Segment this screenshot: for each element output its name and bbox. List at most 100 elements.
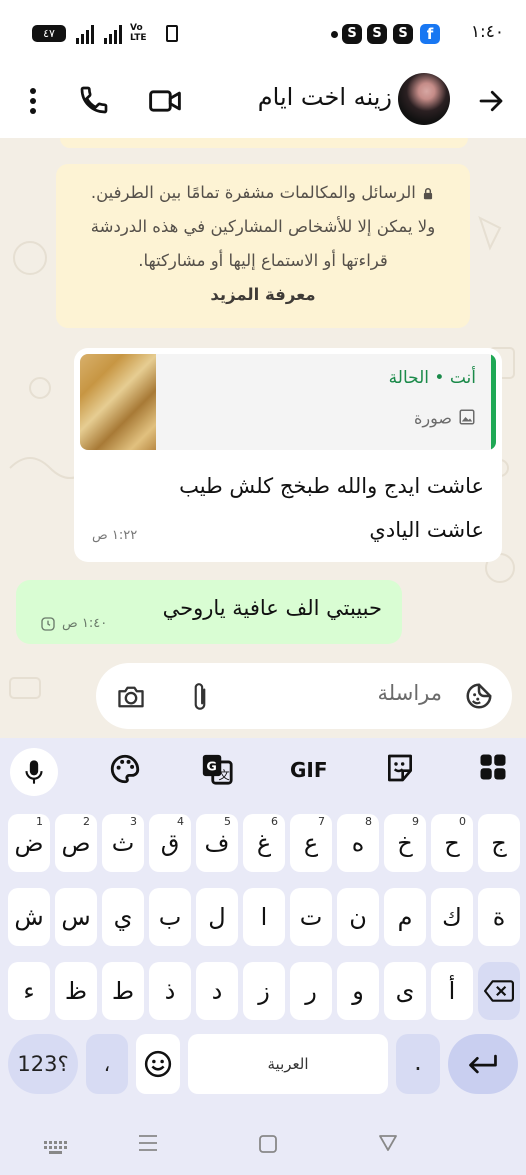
previous-notice-edge [60, 138, 468, 148]
pending-clock-icon [40, 616, 56, 636]
learn-more-link[interactable]: معرفة المزيد [56, 278, 470, 312]
incoming-message[interactable]: أنت • الحالة صورة عاشت ايدج والله طبخج ك… [74, 348, 502, 562]
keyboard-sticker-icon[interactable] [384, 752, 416, 788]
quote-author: أنت • الحالة [388, 368, 476, 388]
gif-button[interactable]: GIF [290, 758, 328, 782]
key[interactable]: ق4 [149, 814, 191, 872]
key[interactable]: س [55, 888, 97, 946]
contact-name[interactable]: زينه اخت ايام [258, 83, 392, 111]
lock-icon [416, 183, 435, 202]
key[interactable]: ت [290, 888, 332, 946]
translate-icon[interactable]: G文 [200, 752, 234, 790]
key[interactable]: ظ [55, 962, 97, 1020]
signal-icon [76, 24, 96, 44]
key[interactable]: ا [243, 888, 285, 946]
message-composer[interactable]: مراسلة [96, 663, 512, 729]
status-time: ١:٤٠ [470, 22, 504, 42]
video-call-icon[interactable] [148, 86, 182, 120]
key[interactable]: خ9 [384, 814, 426, 872]
soft-keyboard: G文 GIF ج ح0 خ9 ه8 ع7 غ6 ف5 ق4 ث3 ص2 ض1 ة… [0, 738, 526, 1175]
enter-key[interactable] [448, 1034, 518, 1094]
keyboard-switch-icon[interactable] [44, 1140, 68, 1159]
contact-avatar[interactable] [398, 73, 450, 125]
notification-dot [331, 31, 338, 38]
svg-text:文: 文 [218, 768, 229, 782]
key[interactable]: ة [478, 888, 520, 946]
menu-nav-icon[interactable] [138, 1134, 158, 1156]
period-key[interactable]: . [396, 1034, 440, 1094]
image-icon [458, 408, 476, 430]
outgoing-message-time: ١:٤٠ ص [62, 616, 108, 631]
signal-icon-sim2 [104, 24, 124, 44]
space-key[interactable]: العربية [188, 1034, 388, 1094]
key[interactable]: د [196, 962, 238, 1020]
key[interactable]: ط [102, 962, 144, 1020]
outgoing-message-text: حبيبتي الف عافية ياروحي [162, 596, 382, 620]
notification-app-icon: S [393, 24, 413, 44]
key[interactable]: ك [431, 888, 473, 946]
outgoing-message[interactable]: حبيبتي الف عافية ياروحي ١:٤٠ ص [16, 580, 402, 644]
key[interactable]: ج [478, 814, 520, 872]
emoji-icon [144, 1050, 172, 1078]
key[interactable]: ر [290, 962, 332, 1020]
apps-grid-icon[interactable] [478, 752, 508, 786]
notification-app-icon: S [342, 24, 362, 44]
key[interactable]: ز [243, 962, 285, 1020]
key[interactable]: ض1 [8, 814, 50, 872]
volte-indicator: Vo LTE [130, 23, 147, 43]
camera-icon[interactable] [116, 683, 146, 715]
status-bar: ٤٧ Vo LTE S S S f ١:٤٠ [0, 0, 526, 66]
key[interactable]: ل [196, 888, 238, 946]
emoji-key[interactable] [136, 1034, 180, 1094]
chat-header: زينه اخت ايام [0, 66, 526, 138]
battery-indicator: ٤٧ [32, 25, 66, 42]
back-arrow-icon[interactable] [476, 86, 506, 120]
key[interactable]: م [384, 888, 426, 946]
key[interactable]: ح0 [431, 814, 473, 872]
key[interactable]: ذ [149, 962, 191, 1020]
vibrate-icon [166, 25, 178, 42]
backspace-icon [484, 980, 514, 1002]
key[interactable]: ف5 [196, 814, 238, 872]
backspace-key[interactable] [478, 962, 520, 1020]
key[interactable]: ى [384, 962, 426, 1020]
key[interactable]: و [337, 962, 379, 1020]
quoted-status[interactable]: أنت • الحالة صورة [80, 354, 496, 450]
keyboard-voice-button[interactable] [10, 748, 58, 796]
quoted-image-thumbnail [80, 354, 156, 450]
numbers-key[interactable]: ؟123 [8, 1034, 78, 1094]
notification-app-icon: S [367, 24, 387, 44]
key[interactable]: ع7 [290, 814, 332, 872]
comma-key[interactable]: ، [86, 1034, 128, 1094]
keyboard-toolbar: G文 GIF [0, 738, 526, 802]
voice-call-icon[interactable] [78, 84, 110, 120]
key[interactable]: أ [431, 962, 473, 1020]
back-nav-icon[interactable] [378, 1134, 398, 1156]
key[interactable]: ص2 [55, 814, 97, 872]
key[interactable]: ب [149, 888, 191, 946]
home-nav-icon[interactable] [258, 1134, 278, 1158]
key[interactable]: ث3 [102, 814, 144, 872]
key[interactable]: ه8 [337, 814, 379, 872]
key[interactable]: ء [8, 962, 50, 1020]
palette-icon[interactable] [108, 752, 142, 790]
message-input[interactable]: مراسلة [378, 681, 442, 705]
message-list[interactable]: الرسائل والمكالمات مشفرة تمامًا بين الطر… [0, 138, 526, 738]
microphone-icon [25, 760, 43, 784]
facebook-icon: f [420, 24, 440, 44]
key[interactable]: غ6 [243, 814, 285, 872]
encryption-notice-text: الرسائل والمكالمات مشفرة تمامًا بين الطر… [90, 183, 436, 270]
incoming-message-text: عاشت ايدج والله طبخج كلش طيب عاشت اليادي [179, 474, 484, 542]
key[interactable]: ش [8, 888, 50, 946]
incoming-message-time: ١:٢٢ ص [92, 528, 138, 543]
more-options-icon[interactable] [22, 86, 44, 116]
attach-icon[interactable] [188, 681, 212, 717]
key[interactable]: ن [337, 888, 379, 946]
svg-text:G: G [206, 759, 216, 774]
key[interactable]: ي [102, 888, 144, 946]
quote-accent-bar [491, 354, 496, 450]
encryption-notice[interactable]: الرسائل والمكالمات مشفرة تمامًا بين الطر… [56, 164, 470, 328]
enter-arrow-icon [469, 1054, 497, 1074]
sticker-icon[interactable] [464, 681, 494, 715]
quote-media-type: صورة [414, 408, 476, 430]
